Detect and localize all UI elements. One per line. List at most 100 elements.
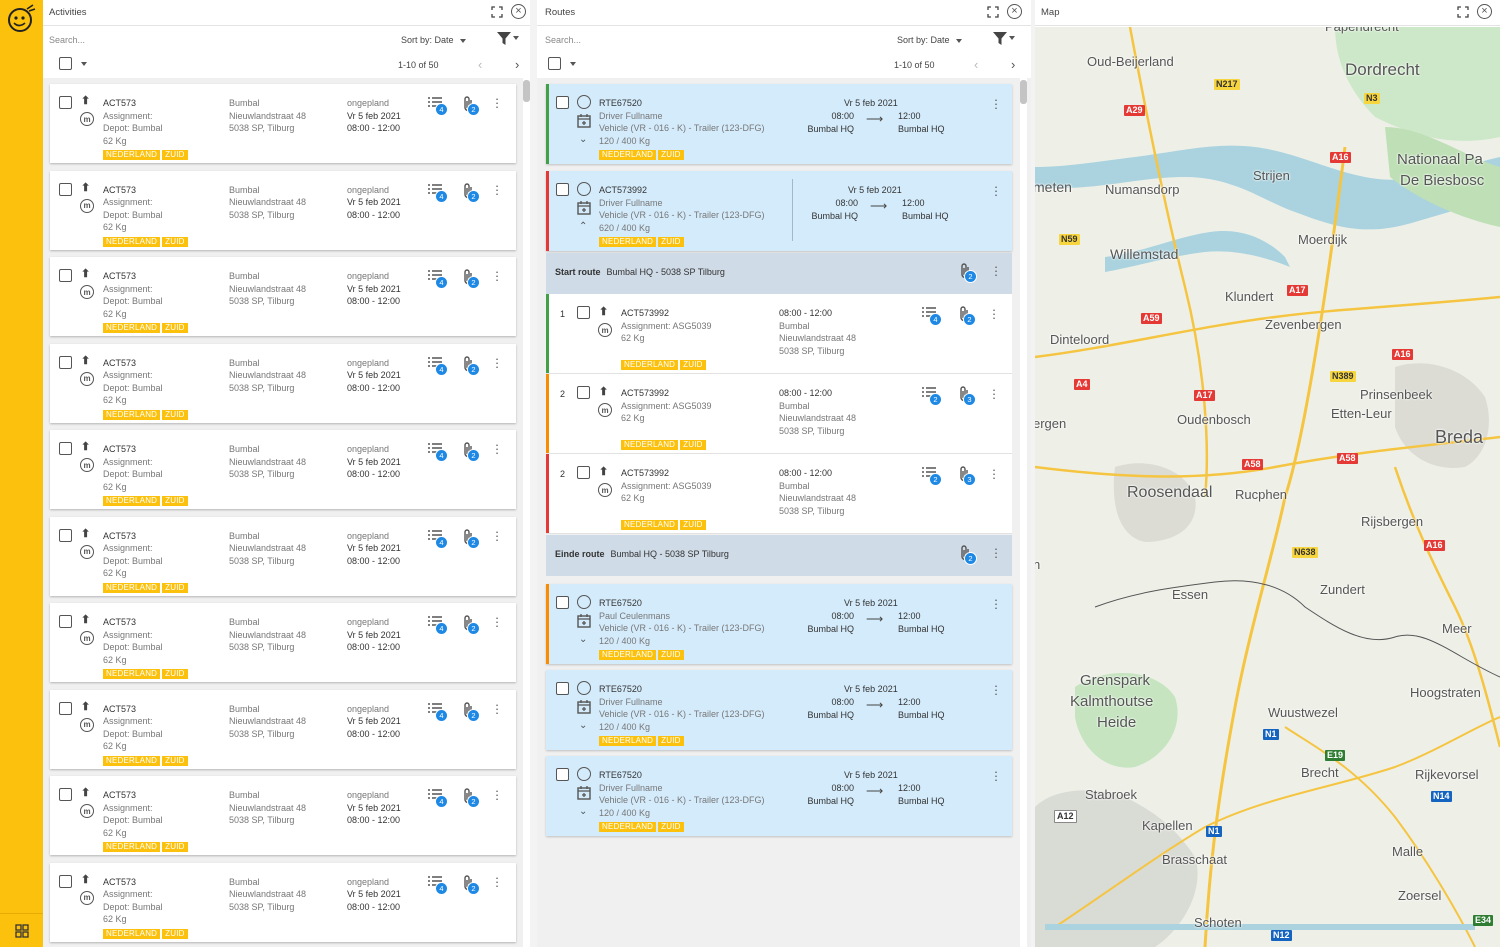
more-menu-icon[interactable]: · · · <box>991 383 997 404</box>
scrollbar[interactable] <box>523 78 530 947</box>
activity-card[interactable]: ⬆ m ACT573 Assignment: Depot: Bumbal 62 Kg NED… <box>50 689 516 769</box>
filter-button[interactable] <box>993 32 1015 47</box>
more-menu-icon[interactable]: · · · <box>993 180 999 201</box>
close-icon[interactable]: × <box>511 4 526 19</box>
stop-checkbox[interactable] <box>577 306 590 319</box>
more-menu-icon[interactable]: · · · <box>494 179 500 200</box>
select-menu-chevron-icon[interactable] <box>81 62 87 66</box>
stop-sequence: 2 <box>560 469 566 479</box>
map-place-label: Dinteloord <box>1050 332 1110 347</box>
activity-checkbox[interactable] <box>59 442 72 455</box>
apps-grid-button[interactable] <box>0 913 43 947</box>
more-menu-icon[interactable]: · · · <box>993 679 999 700</box>
route-checkbox[interactable] <box>556 768 569 781</box>
expand-chevron-icon[interactable]: ⌄ <box>579 634 587 645</box>
depot-marker-icon: m <box>80 371 94 386</box>
bumbal-logo[interactable] <box>5 3 37 33</box>
expand-chevron-icon[interactable]: ⌄ <box>579 806 587 817</box>
more-menu-icon[interactable]: · · · <box>494 265 500 286</box>
search-input[interactable]: Search... <box>545 35 581 45</box>
calendar-icon <box>577 786 591 800</box>
activity-checkbox[interactable] <box>59 269 72 282</box>
close-icon[interactable]: × <box>1007 4 1022 19</box>
next-page-icon[interactable]: › <box>515 57 519 72</box>
activity-checkbox[interactable] <box>59 615 72 628</box>
more-menu-icon[interactable]: · · · <box>993 765 999 786</box>
more-menu-icon[interactable]: · · · <box>494 698 500 719</box>
activity-card[interactable]: ⬆ m ACT573 Assignment: Depot: Bumbal 62 Kg NED… <box>50 430 516 509</box>
route-stop[interactable]: 1 ⬆ m ACT573992 Assignment: ASG5039 62 Kg NEDE… <box>546 294 1012 374</box>
activity-checkbox[interactable] <box>59 355 72 369</box>
activity-checkbox[interactable] <box>59 528 72 542</box>
activity-checkbox[interactable] <box>59 182 72 196</box>
more-menu-icon[interactable]: · · · <box>494 611 500 632</box>
scrollbar-thumb[interactable] <box>1020 80 1027 104</box>
activity-card[interactable]: ⬆ m ACT573 Assignment: Depot: Bumbal 62 Kg NED… <box>50 862 516 942</box>
route-card[interactable]: ⌄ RTE67520 Driver Fullname Vehicle (VR - 01… <box>546 670 1012 750</box>
activity-card[interactable]: ⬆ m ACT573 Assignment: Depot: Bumbal 62 Kg NED… <box>50 257 516 336</box>
expand-icon[interactable] <box>491 6 503 18</box>
route-stop[interactable]: 2 ⬆ m ACT573992 Assignment: ASG5039 62 Kg NEDE… <box>546 454 1012 534</box>
activity-card[interactable]: ⬆ m ACT573 Assignment: Depot: Bumbal 62 Kg NED… <box>50 343 516 423</box>
more-menu-icon[interactable]: · · · <box>991 303 997 324</box>
map-view[interactable]: Papendrecht Oud-Beijerland Dordrecht Nation… <box>1035 27 1500 947</box>
more-menu-icon[interactable]: · · · <box>494 352 500 373</box>
route-checkbox[interactable] <box>556 682 569 695</box>
route-stop[interactable]: 2 ⬆ m ACT573992 Assignment: ASG5039 62 Kg NEDE… <box>546 374 1012 454</box>
route-card[interactable]: ⌄ RTE67520 Driver Fullname Vehicle (VR - 01… <box>546 84 1012 164</box>
route-checkbox[interactable] <box>556 183 569 196</box>
text-block: Bumbal Nieuwlandstraat 48 5038 SP, Tilburg <box>229 530 306 568</box>
more-menu-icon[interactable]: · · · <box>494 525 500 546</box>
stop-checkbox[interactable] <box>577 466 590 479</box>
activity-checkbox[interactable] <box>59 96 72 109</box>
more-menu-icon[interactable]: · · · <box>993 542 999 563</box>
select-all-checkbox[interactable] <box>59 57 72 70</box>
select-all-checkbox[interactable] <box>548 57 561 70</box>
expand-icon[interactable] <box>987 6 999 18</box>
prev-page-icon[interactable]: ‹ <box>478 57 482 72</box>
next-page-icon[interactable]: › <box>1011 57 1015 72</box>
text-block: Bumbal Nieuwlandstraat 48 5038 SP, Tilburg <box>229 357 306 395</box>
expand-chevron-icon[interactable]: ⌄ <box>579 134 587 145</box>
collapse-chevron-icon[interactable]: ⌃ <box>579 221 587 232</box>
sort-dropdown[interactable]: Sort by: Date <box>401 35 466 45</box>
region-tag: ZUID <box>162 496 188 506</box>
scrollbar-thumb[interactable] <box>523 80 530 102</box>
more-menu-icon[interactable]: · · · <box>494 438 500 459</box>
text-line: Bumbal <box>229 444 260 454</box>
activity-card[interactable]: ⬆ m ACT573 Assignment: Depot: Bumbal 62 Kg NED… <box>50 516 516 596</box>
more-menu-icon[interactable]: · · · <box>494 784 500 805</box>
close-icon[interactable]: × <box>1477 4 1492 19</box>
sort-dropdown[interactable]: Sort by: Date <box>897 35 962 45</box>
filter-button[interactable] <box>497 32 519 47</box>
text-line: Vr 5 feb 2021 <box>347 629 401 640</box>
select-menu-chevron-icon[interactable] <box>570 62 576 66</box>
activity-checkbox[interactable] <box>59 701 72 715</box>
expand-chevron-icon[interactable]: ⌄ <box>579 720 587 731</box>
route-card[interactable]: ⌃ ACT573992 Driver Fullname Vehicle (VR - 0… <box>546 171 1012 251</box>
more-menu-icon[interactable]: · · · <box>991 463 997 484</box>
scrollbar[interactable] <box>1020 78 1027 947</box>
route-checkbox[interactable] <box>556 96 569 109</box>
text-line: Nieuwlandstraat 48 <box>229 110 307 121</box>
more-menu-icon[interactable]: · · · <box>993 260 999 281</box>
search-input[interactable]: Search... <box>49 35 85 45</box>
text-line: Assignment: <box>103 629 153 640</box>
activity-checkbox[interactable] <box>59 874 72 888</box>
more-menu-icon[interactable]: · · · <box>494 92 500 113</box>
more-menu-icon[interactable]: · · · <box>993 93 999 114</box>
compass-icon <box>577 595 591 609</box>
expand-icon[interactable] <box>1457 6 1469 18</box>
activity-checkbox[interactable] <box>59 788 72 801</box>
activity-card[interactable]: ⬆ m ACT573 Assignment: Depot: Bumbal 62 Kg NED… <box>50 603 516 682</box>
activity-card[interactable]: ⬆ m ACT573 Assignment: Depot: Bumbal 62 Kg NED… <box>50 84 516 163</box>
route-card[interactable]: ⌄ RTE67520 Driver Fullname Vehicle (VR - 01… <box>546 756 1012 836</box>
activity-card[interactable]: ⬆ m ACT573 Assignment: Depot: Bumbal 62 Kg NED… <box>50 170 516 250</box>
more-menu-icon[interactable]: · · · <box>993 593 999 614</box>
route-checkbox[interactable] <box>556 596 569 609</box>
activity-card[interactable]: ⬆ m ACT573 Assignment: Depot: Bumbal 62 Kg NED… <box>50 776 516 855</box>
route-card[interactable]: ⌄ RTE67520 Paul Ceulenmans Vehicle (VR - 01… <box>546 584 1012 664</box>
stop-checkbox[interactable] <box>577 386 590 399</box>
prev-page-icon[interactable]: ‹ <box>974 57 978 72</box>
more-menu-icon[interactable]: · · · <box>494 871 500 892</box>
